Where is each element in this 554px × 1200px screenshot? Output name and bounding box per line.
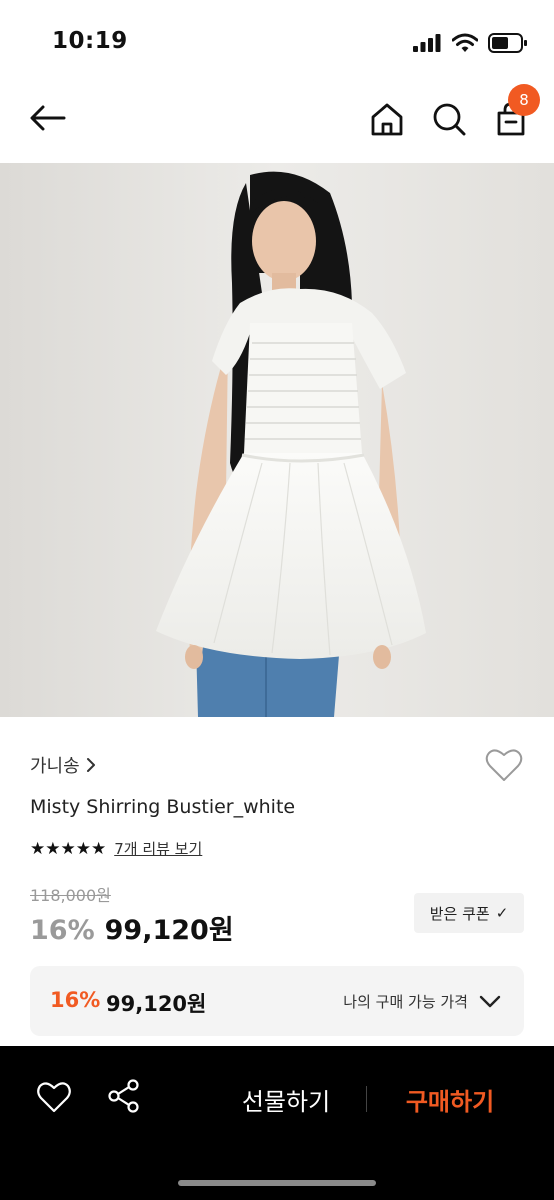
my-price-box[interactable]: 16% 99,120원 나의 구매 가능 가격 xyxy=(30,966,524,1036)
home-indicator[interactable] xyxy=(178,1180,376,1186)
review-link[interactable]: 7개 리뷰 보기 xyxy=(114,838,202,859)
chevron-down-icon xyxy=(479,995,501,1008)
heart-icon[interactable] xyxy=(36,1080,72,1114)
buy-button[interactable]: 구매하기 xyxy=(392,1082,508,1117)
price-row: 16% 99,120원 xyxy=(30,908,234,947)
brand-name: 가니송 xyxy=(30,756,80,777)
rating-row: ★★★★★ 7개 리뷰 보기 xyxy=(30,838,202,859)
signal-icon xyxy=(413,34,441,52)
product-photo[interactable] xyxy=(0,163,554,717)
my-discount-rate: 16% xyxy=(50,988,101,1012)
brand-link[interactable]: 가니송 xyxy=(30,752,96,778)
nav-bar xyxy=(0,84,554,154)
wifi-icon xyxy=(452,33,478,52)
status-time: 10:19 xyxy=(52,28,128,54)
wishlist-heart-icon[interactable] xyxy=(484,746,524,784)
product-name: Misty Shirring Bustier_white xyxy=(30,796,296,818)
rating-stars: ★★★★★ xyxy=(30,838,107,859)
product-photo-illustration xyxy=(0,163,554,717)
share-icon[interactable] xyxy=(106,1078,142,1114)
sale-price: 99,120원 xyxy=(104,915,234,946)
original-price: 118,000원 xyxy=(30,886,111,905)
my-price: 99,120원 xyxy=(106,992,207,1016)
received-coupon-button[interactable]: 받은 쿠폰 ✓ xyxy=(414,893,524,933)
coupon-label: 받은 쿠폰 xyxy=(429,904,490,923)
discount-rate: 16% xyxy=(30,915,95,946)
status-icons xyxy=(412,32,528,54)
battery-icon xyxy=(488,33,527,53)
check-icon: ✓ xyxy=(495,904,509,922)
search-icon[interactable] xyxy=(430,100,468,138)
cart-count-badge: 8 xyxy=(508,84,540,116)
divider xyxy=(366,1086,367,1112)
chevron-right-icon xyxy=(86,758,95,772)
home-icon[interactable] xyxy=(368,100,406,138)
status-bar: 10:19 xyxy=(0,0,554,80)
gift-button[interactable]: 선물하기 xyxy=(228,1082,344,1117)
my-price-label: 나의 구매 가능 가격 xyxy=(343,993,468,1011)
bottom-action-bar: 선물하기 구매하기 xyxy=(0,1046,554,1200)
back-arrow-icon[interactable] xyxy=(28,100,68,136)
